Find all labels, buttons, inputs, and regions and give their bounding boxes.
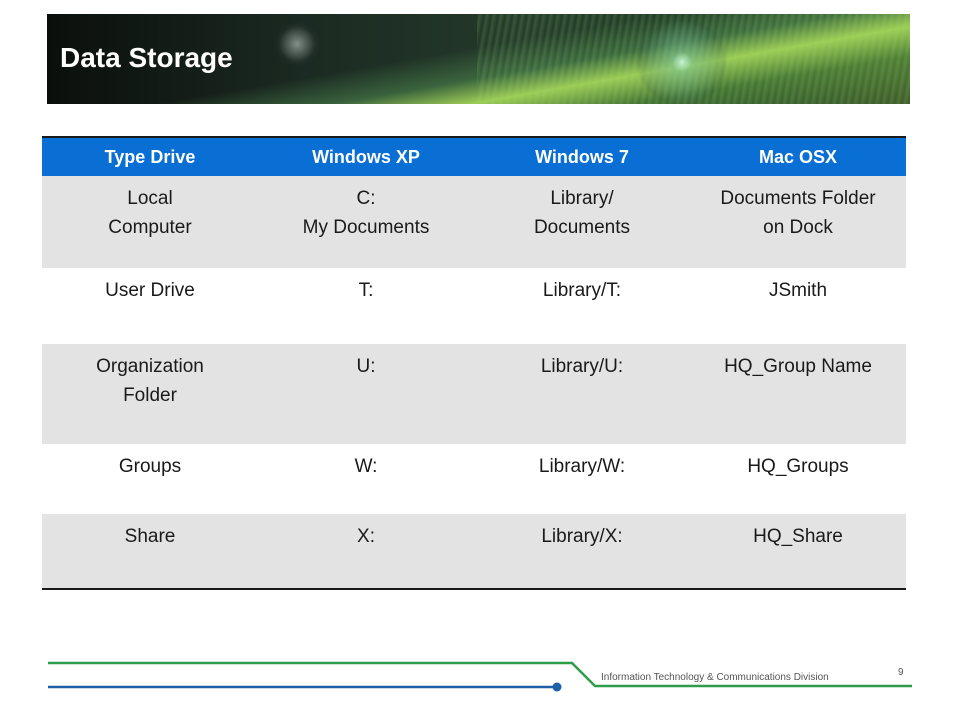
- cell-type-drive: Organization Folder: [42, 344, 258, 444]
- cell-line: C:: [356, 188, 376, 209]
- cell-line: My Documents: [302, 217, 430, 238]
- cell-type-drive: Local Computer: [42, 176, 258, 268]
- cell-line: Computer: [108, 217, 192, 238]
- cell-mac-osx: HQ_Groups: [747, 456, 849, 477]
- header-mac-osx: Mac OSX: [690, 136, 906, 176]
- page-number: 9: [898, 667, 904, 678]
- cell-line: Local: [127, 188, 173, 209]
- header-windows-xp: Windows XP: [258, 136, 474, 176]
- cell-mac-osx: Documents Folder on Dock: [690, 176, 906, 268]
- cell-mac-osx: JSmith: [768, 280, 828, 301]
- cell-windows-7: Library/T:: [542, 280, 622, 301]
- cell-line: Organization: [96, 356, 204, 377]
- cell-line: Documents: [533, 217, 631, 238]
- table-header-row: Type Drive Windows XP Windows 7 Mac OSX: [42, 136, 906, 176]
- cell-windows-xp: C: My Documents: [258, 176, 474, 268]
- cell-windows-xp: X:: [258, 514, 474, 590]
- slide-title: Data Storage: [60, 42, 233, 73]
- cell-line: Library/: [550, 188, 614, 209]
- cell-windows-7: Library/X:: [474, 514, 690, 590]
- cell-line: Documents Folder: [720, 188, 876, 209]
- cell-line: on Dock: [763, 217, 833, 238]
- cell-type-drive: Share: [42, 514, 258, 590]
- cell-type-drive: Groups: [118, 456, 182, 477]
- cell-windows-xp: W:: [354, 456, 378, 477]
- cell-type-drive: User Drive: [105, 280, 195, 301]
- data-storage-table: Type Drive Windows XP Windows 7 Mac OSX …: [42, 136, 906, 590]
- cell-windows-7: Library/Documents: [474, 176, 690, 268]
- cell-mac-osx: HQ_Group Name: [724, 356, 872, 377]
- cell-windows-xp: T:: [358, 280, 374, 301]
- cell-line: Folder: [123, 385, 177, 406]
- table-row: Groups W: Library/W: HQ_Groups: [42, 444, 906, 514]
- footer-division-text: Information Technology & Communications …: [601, 672, 829, 683]
- table-row: User Drive T: Library/T: JSmith: [42, 268, 906, 344]
- cell-windows-7: Library/W:: [538, 456, 626, 477]
- cell-windows-7: Library/U:: [540, 356, 624, 377]
- table-row: Local Computer C: My Documents Library/Doc…: [42, 176, 906, 268]
- table-row: Organization Folder U: Library/U: HQ_Grou…: [42, 344, 906, 444]
- footer-dot: [552, 682, 562, 692]
- header-type-drive: Type Drive: [42, 136, 258, 176]
- cell-mac-osx: HQ_Share: [690, 514, 906, 590]
- header-windows-7: Windows 7: [474, 136, 690, 176]
- cell-windows-xp: U:: [356, 356, 376, 377]
- table-row: Share X: Library/X: HQ_Share: [42, 514, 906, 590]
